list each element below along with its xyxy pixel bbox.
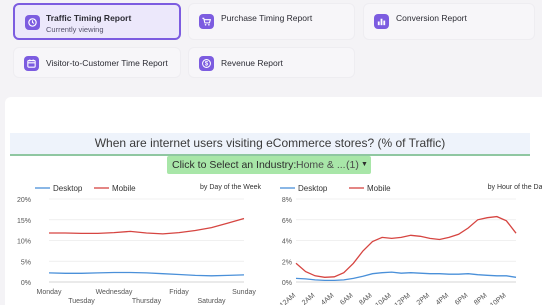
report-card-label: Conversion Report [396, 13, 467, 23]
x-tick-label: Sunday [232, 289, 256, 296]
y-tick-label: 8% [282, 197, 292, 204]
series-line-mobile [295, 215, 517, 278]
caret-down-icon: ▼ [361, 161, 368, 168]
x-tick-label: 4AM [320, 292, 336, 305]
chart-hour-of-day: Desktop Mobile by Hour of the Day 8% 6% 4% 2% 0… [279, 184, 542, 305]
chart-day-of-week: Desktop Mobile by Day of the Week 20% 15% 10%… [17, 184, 262, 305]
legend-label: Mobile [367, 184, 391, 193]
report-card-label: Visitor-to-Customer Time Report [46, 58, 168, 68]
y-tick-label: 4% [282, 239, 292, 246]
chart-subtitle: by Day of the Week [200, 184, 261, 191]
x-tick-label: 10AM [374, 292, 393, 305]
report-card-traffic-timing[interactable]: Traffic Timing Report Currently viewing [13, 3, 181, 40]
y-tick-label: 10% [17, 239, 31, 246]
legend-label: Desktop [298, 184, 328, 193]
report-card-status: Currently viewing [46, 25, 104, 34]
report-card-label: Traffic Timing Report [46, 13, 132, 23]
x-tick-label: 4PM [435, 292, 451, 305]
report-card-label: Revenue Report [221, 58, 283, 68]
x-tick-label: 6AM [339, 292, 355, 305]
industry-select[interactable]: Click to Select an Industry: Home & ... … [167, 156, 371, 174]
x-tick-label: Saturday [197, 298, 226, 305]
x-tick-label: 2PM [416, 292, 432, 305]
y-tick-label: 5% [21, 259, 31, 266]
report-card-conversion[interactable]: Conversion Report [363, 3, 535, 40]
report-card-visitor-to-customer[interactable]: Visitor-to-Customer Time Report [13, 47, 181, 78]
x-tick-label: 12PM [394, 292, 413, 305]
x-tick-label: 10PM [489, 292, 508, 305]
series-line-desktop [295, 271, 517, 282]
y-tick-label: 6% [282, 218, 292, 225]
report-card-label: Purchase Timing Report [221, 13, 313, 23]
y-tick-label: 15% [17, 218, 31, 225]
industry-select-value: Home & ... [296, 159, 346, 171]
industry-select-label: Click to Select an Industry: [172, 159, 297, 171]
y-tick-label: 20% [17, 197, 31, 204]
x-tick-label: 8PM [473, 292, 489, 305]
y-tick-label: 0% [282, 280, 292, 287]
x-tick-label: Thursday [132, 298, 162, 305]
dollar-icon: $ [199, 56, 214, 71]
x-tick-label: Tuesday [68, 298, 95, 305]
cart-icon [199, 14, 214, 29]
legend-label: Desktop [53, 184, 83, 193]
series-line-mobile [49, 217, 245, 235]
x-tick-label: Friday [169, 289, 189, 296]
report-card-revenue[interactable]: $ Revenue Report [188, 47, 355, 78]
calendar-icon [24, 56, 39, 71]
x-tick-label: Wednesday [96, 289, 133, 296]
page-title: When are internet users visiting eCommer… [10, 133, 530, 156]
clock-icon [25, 15, 40, 30]
y-tick-label: 0% [21, 280, 31, 287]
report-card-purchase-timing[interactable]: Purchase Timing Report [188, 3, 355, 40]
bar-chart-icon [374, 14, 389, 29]
industry-select-count: (1) [346, 159, 359, 171]
x-tick-label: 12AM [279, 292, 298, 305]
x-tick-label: Monday [37, 289, 62, 296]
series-line-desktop [48, 271, 245, 277]
x-tick-label: 8AM [358, 292, 374, 305]
x-tick-label: 6PM [454, 292, 470, 305]
x-tick-label: 2AM [301, 292, 317, 305]
chart-subtitle: by Hour of the Day [488, 184, 542, 191]
legend-label: Mobile [112, 184, 136, 193]
y-tick-label: 2% [282, 259, 292, 266]
